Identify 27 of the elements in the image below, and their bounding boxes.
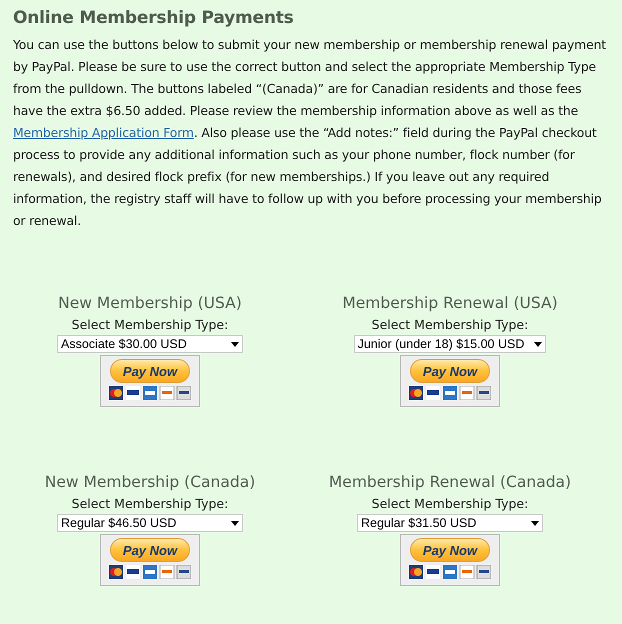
card-logos-icon <box>109 386 191 400</box>
select-label: Select Membership Type: <box>372 317 528 332</box>
payment-heading: New Membership (USA) <box>58 294 242 312</box>
select-label: Select Membership Type: <box>372 496 528 511</box>
page-title: Online Membership Payments <box>13 8 295 28</box>
payment-heading: Membership Renewal (Canada) <box>328 473 572 491</box>
select-label: Select Membership Type: <box>72 317 228 332</box>
pay-now-button[interactable]: Pay Now <box>410 538 490 562</box>
card-logos-icon <box>409 386 491 400</box>
pay-now-button[interactable]: Pay Now <box>110 359 190 383</box>
membership-type-select[interactable]: Regular $46.50 USD <box>57 514 243 532</box>
card-logos-icon <box>109 565 191 579</box>
membership-type-select[interactable]: Regular $31.50 USD <box>357 514 543 532</box>
membership-type-select[interactable]: Associate $30.00 USD <box>57 335 243 353</box>
select-label: Select Membership Type: <box>72 496 228 511</box>
dropdown-caret-icon <box>231 520 239 526</box>
pay-now-button[interactable]: Pay Now <box>110 538 190 562</box>
dropdown-caret-icon <box>531 520 539 526</box>
dropdown-caret-icon <box>231 342 239 346</box>
application-form-link[interactable]: Membership Application Form <box>13 125 194 140</box>
intro-paragraph: You can use the buttons below to submit your new membership or membership renewal payment by PayPal. Please be sure to use the correct button and select the appropriate Membership Type from the pulldown. The buttons labeled “(Canada)” are for Canadian residents and those fees have the extra $6.50 added. Please review the membership information above as well as the Membership Application Form. Also please use the “Add notes:” field during the PayPal checkout process to provide any additional information such as your phone number, flock number (for renewals), and desired flock prefix (for new memberships.) If you leave out any required information, the registry staff will have to follow up with you before processing your membership or renewal. <box>13 36 607 230</box>
card-logos-icon <box>409 565 491 579</box>
membership-type-select[interactable]: Junior (under 18) $15.00 USD <box>354 335 546 353</box>
pay-now-button[interactable]: Pay Now <box>410 359 490 383</box>
payment-heading: New Membership (Canada) <box>44 473 256 491</box>
payment-heading: Membership Renewal (USA) <box>342 294 558 312</box>
dropdown-caret-icon <box>534 342 542 346</box>
